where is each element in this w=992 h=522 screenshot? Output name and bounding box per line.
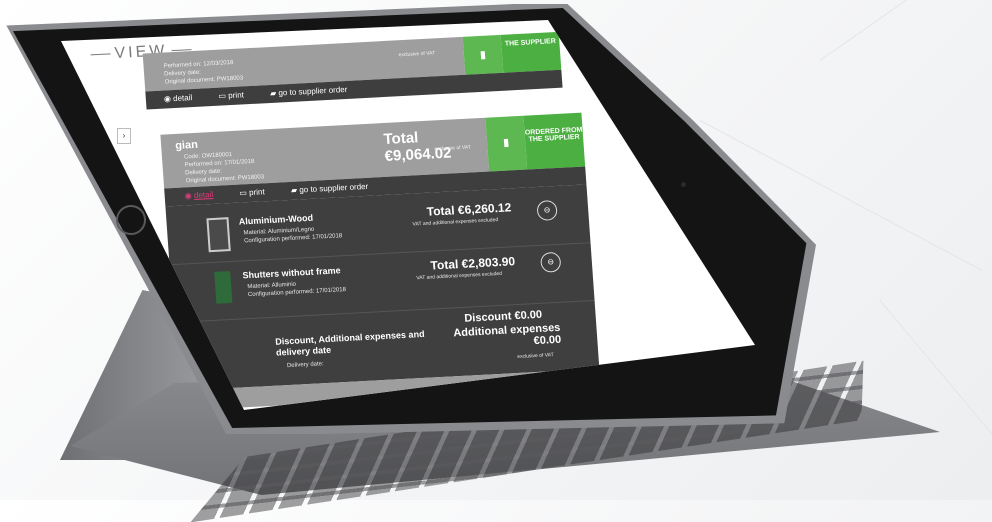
background-line bbox=[819, 0, 992, 61]
supplier-order-link[interactable]: ▰ go to supplier order bbox=[270, 84, 360, 98]
truck-icon: ▮ bbox=[485, 115, 528, 172]
excl-vat-label: exclusive of VAT bbox=[398, 50, 436, 59]
order-status-previous: ▮ THE SUPPLIER bbox=[462, 31, 562, 75]
order-status-current: ▮ ORDERED FROM THE SUPPLIER bbox=[485, 112, 586, 172]
detail-link[interactable]: ◉ detail bbox=[164, 92, 205, 103]
truck-icon: ▮ bbox=[462, 34, 504, 75]
summary-title: Discount, Additional expenses and delive… bbox=[274, 328, 425, 358]
window-thumbnail bbox=[206, 217, 231, 253]
order-status-text: THE SUPPLIER bbox=[504, 38, 557, 48]
print-label: print bbox=[248, 187, 265, 198]
supplier-order-link[interactable]: ▰ go to supplier order bbox=[291, 181, 381, 195]
print-link[interactable]: ▭ print bbox=[239, 187, 277, 198]
order-name: gian bbox=[174, 138, 199, 152]
detail-link[interactable]: ◉ detail bbox=[184, 189, 225, 200]
summary-excl: exclusive of VAT bbox=[517, 352, 554, 361]
detail-label: detail bbox=[193, 189, 214, 200]
chevron-right-icon[interactable]: › bbox=[117, 128, 131, 144]
summary-additional: Additional expenses €0.00 bbox=[452, 321, 562, 348]
order-detail-panel: Aluminium-Wood Material: Aluminium/Legno… bbox=[165, 184, 600, 391]
cart-icon[interactable]: ⊖ bbox=[540, 251, 562, 273]
item-total: Total €6,260.12 bbox=[426, 200, 512, 219]
supplier-order-label: go to supplier order bbox=[298, 181, 369, 195]
supplier-order-label: go to supplier order bbox=[278, 84, 348, 98]
item-note: VAT and additional expenses excluded bbox=[416, 270, 503, 282]
camera bbox=[681, 182, 686, 187]
cart-icon[interactable]: ⊖ bbox=[536, 199, 558, 221]
summary-delivery: Delivery date: bbox=[286, 361, 324, 370]
print-link[interactable]: ▭ print bbox=[218, 90, 256, 101]
item-total: Total €2,803.90 bbox=[430, 254, 516, 273]
item-title: Aluminium-Wood bbox=[238, 212, 314, 227]
home-button[interactable] bbox=[116, 205, 146, 235]
shutter-thumbnail bbox=[214, 271, 233, 304]
print-label: print bbox=[227, 90, 245, 101]
detail-label: detail bbox=[172, 93, 193, 104]
item-note: VAT and additional expenses excluded bbox=[412, 217, 499, 228]
